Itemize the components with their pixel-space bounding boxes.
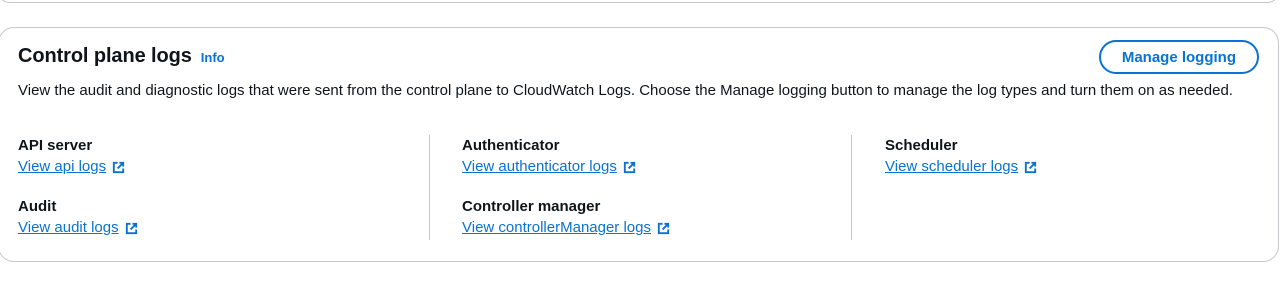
log-item-scheduler: Scheduler View scheduler logs — [885, 136, 1038, 197]
log-item-authenticator: Authenticator View authenticator logs — [462, 136, 671, 197]
panel-header: Control plane logs Info — [18, 45, 225, 68]
panel-description: View the audit and diagnostic logs that … — [18, 82, 1233, 99]
info-link[interactable]: Info — [201, 50, 225, 65]
view-controller-manager-logs-label: View controllerManager logs — [462, 219, 651, 236]
column-divider — [429, 135, 430, 240]
view-authenticator-logs-link[interactable]: View authenticator logs — [462, 156, 637, 178]
view-api-logs-label: View api logs — [18, 158, 107, 175]
log-label-audit: Audit — [18, 198, 57, 215]
log-label-api-server: API server — [18, 137, 93, 154]
log-label-controller-manager: Controller manager — [462, 198, 601, 215]
view-api-logs-link[interactable]: View api logs — [18, 156, 126, 178]
external-link-icon — [657, 222, 670, 234]
view-scheduler-logs-label: View scheduler logs — [885, 158, 1019, 175]
view-audit-logs-label: View audit logs — [18, 219, 119, 236]
panel-title: Control plane logs — [18, 45, 192, 67]
control-plane-logs-panel: Control plane logs Info Manage logging V… — [0, 27, 1279, 262]
column-divider — [851, 135, 852, 240]
external-link-icon — [125, 222, 137, 234]
view-authenticator-logs-label: View authenticator logs — [462, 158, 617, 175]
external-link-icon — [1025, 161, 1037, 173]
log-label-authenticator: Authenticator — [462, 137, 560, 154]
previous-panel-edge — [0, 0, 1279, 3]
log-column-1: API server View api logs Audit View audi… — [18, 136, 139, 258]
view-audit-logs-link[interactable]: View audit logs — [18, 217, 139, 239]
manage-logging-button[interactable]: Manage logging — [1098, 40, 1259, 74]
log-item-audit: Audit View audit logs — [18, 197, 139, 258]
external-link-icon — [623, 161, 635, 173]
log-label-scheduler: Scheduler — [885, 137, 958, 154]
view-scheduler-logs-link[interactable]: View scheduler logs — [885, 156, 1038, 178]
log-column-2: Authenticator View authenticator logs Co… — [462, 136, 671, 258]
log-item-api-server: API server View api logs — [18, 136, 139, 197]
log-column-3: Scheduler View scheduler logs — [885, 136, 1038, 197]
external-link-icon — [113, 161, 125, 173]
view-controller-manager-logs-link[interactable]: View controllerManager logs — [462, 217, 671, 239]
log-item-controller-manager: Controller manager View controllerManage… — [462, 197, 671, 258]
